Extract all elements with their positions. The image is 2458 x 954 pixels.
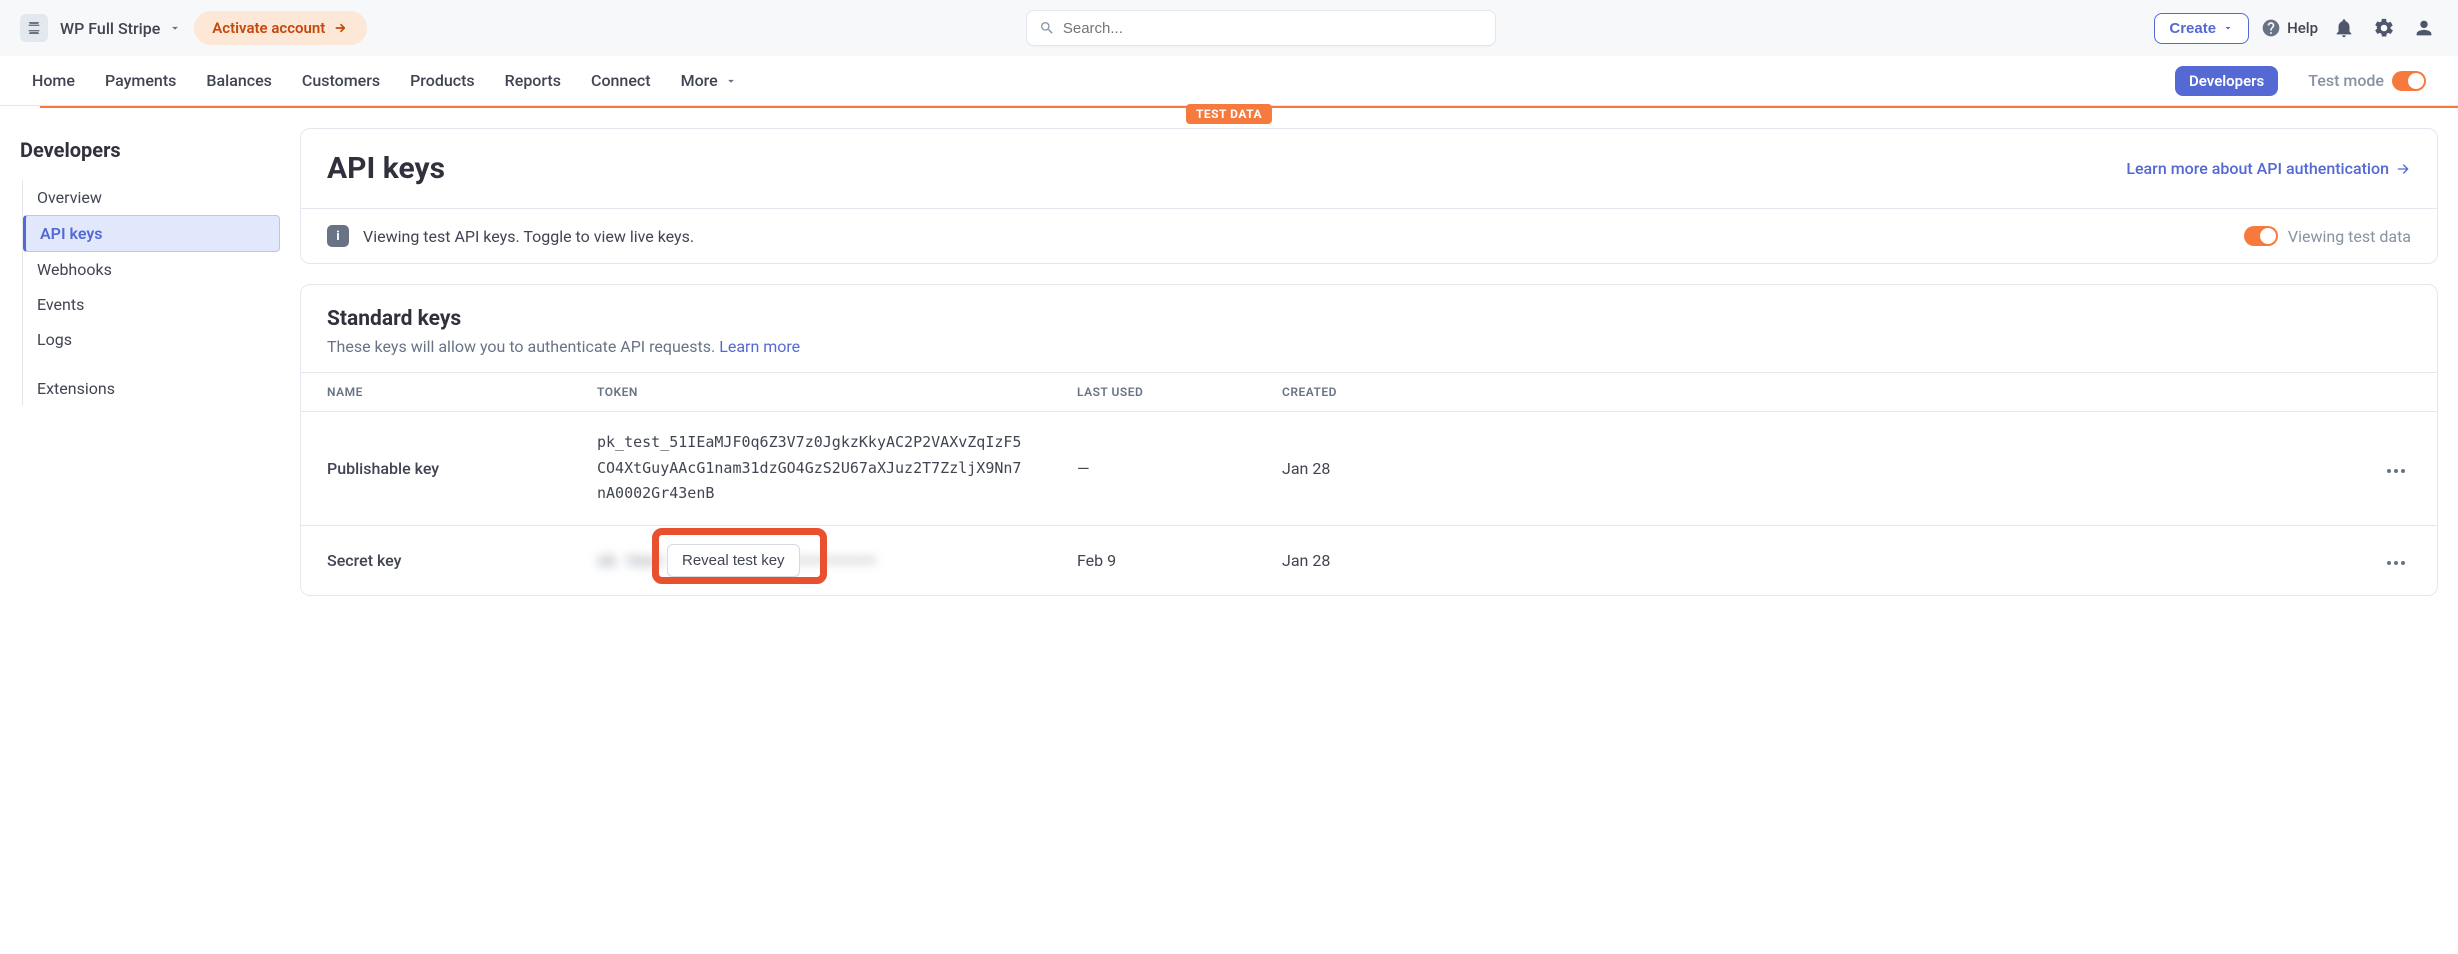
sidebar-item-extensions[interactable]: Extensions xyxy=(23,371,280,406)
standard-keys-card: Standard keys These keys will allow you … xyxy=(300,284,2438,596)
developers-pill[interactable]: Developers xyxy=(2175,66,2278,96)
col-name: NAME xyxy=(301,373,571,412)
standard-keys-learn-more-link[interactable]: Learn more xyxy=(719,337,800,356)
account-name: WP Full Stripe xyxy=(60,19,160,38)
nav-customers[interactable]: Customers xyxy=(302,71,380,90)
col-token: TOKEN xyxy=(571,373,1051,412)
create-button[interactable]: Create xyxy=(2154,13,2249,44)
page-title: API keys xyxy=(327,151,445,186)
testmode-label: Test mode xyxy=(2308,71,2384,90)
row-actions-menu[interactable] xyxy=(2381,555,2411,571)
testdata-badge: TEST DATA xyxy=(1186,104,1272,124)
profile-button[interactable] xyxy=(2410,14,2438,42)
created-publishable: Jan 28 xyxy=(1256,412,2355,526)
account-switcher[interactable]: WP Full Stripe xyxy=(60,19,182,38)
sidebar: Developers Overview API keys Webhooks Ev… xyxy=(20,128,280,616)
user-icon xyxy=(2413,17,2435,39)
settings-button[interactable] xyxy=(2370,14,2398,42)
nav-payments[interactable]: Payments xyxy=(105,71,176,90)
created-secret: Jan 28 xyxy=(1256,525,2355,595)
learn-more-label: Learn more about API authentication xyxy=(2126,159,2389,178)
last-used-publishable: — xyxy=(1051,412,1256,526)
col-created: CREATED xyxy=(1256,373,2355,412)
token-publishable[interactable]: pk_test_51IEaMJF0q6Z3V7z0JgkzKkyAC2P2VAX… xyxy=(597,430,1025,507)
help-icon xyxy=(2261,18,2281,38)
sidebar-item-api-keys[interactable]: API keys xyxy=(23,215,280,252)
row-actions-menu[interactable] xyxy=(2381,463,2411,479)
app-logo[interactable] xyxy=(20,14,48,42)
last-used-secret: Feb 9 xyxy=(1051,525,1256,595)
info-icon: i xyxy=(327,225,349,247)
page-header-card: API keys Learn more about API authentica… xyxy=(300,128,2438,264)
key-name-secret: Secret key xyxy=(301,525,571,595)
table-row: Secret key sk_test_•••••••••••••••••••••… xyxy=(301,525,2437,595)
standard-keys-desc-text: These keys will allow you to authenticat… xyxy=(327,337,715,356)
help-label: Help xyxy=(2287,19,2318,37)
search-box[interactable] xyxy=(1026,10,1496,46)
keys-table: NAME TOKEN LAST USED CREATED Publishable… xyxy=(301,372,2437,595)
bell-icon xyxy=(2333,17,2355,39)
sidebar-item-logs[interactable]: Logs xyxy=(23,322,280,357)
create-label: Create xyxy=(2169,20,2216,37)
nav-reports[interactable]: Reports xyxy=(505,71,561,90)
nav-more-label: More xyxy=(681,71,718,90)
arrow-right-icon xyxy=(2395,161,2411,177)
sidebar-item-webhooks[interactable]: Webhooks xyxy=(23,252,280,287)
reveal-test-key-button[interactable]: Reveal test key xyxy=(667,544,800,577)
sidebar-item-overview[interactable]: Overview xyxy=(23,180,280,215)
search-input[interactable] xyxy=(1063,20,1483,37)
learn-more-auth-link[interactable]: Learn more about API authentication xyxy=(2126,159,2411,178)
nav-home[interactable]: Home xyxy=(32,71,75,90)
topbar: WP Full Stripe Activate account Create H… xyxy=(0,0,2458,56)
nav-products[interactable]: Products xyxy=(410,71,475,90)
gear-icon xyxy=(2373,17,2395,39)
nav-more[interactable]: More xyxy=(681,71,738,90)
help-link[interactable]: Help xyxy=(2261,18,2318,38)
notifications-button[interactable] xyxy=(2330,14,2358,42)
info-text: Viewing test API keys. Toggle to view li… xyxy=(363,227,694,246)
key-name-publishable: Publishable key xyxy=(301,412,571,526)
viewing-test-label: Viewing test data xyxy=(2288,227,2411,246)
testmode-toggle-wrap: Test mode xyxy=(2308,71,2426,91)
sidebar-title: Developers xyxy=(20,138,280,162)
arrow-right-icon xyxy=(333,20,349,36)
nav-connect[interactable]: Connect xyxy=(591,71,651,90)
search-icon xyxy=(1039,20,1055,36)
chevron-down-icon xyxy=(724,74,738,88)
main-nav: Home Payments Balances Customers Product… xyxy=(0,56,2458,106)
sidebar-item-events[interactable]: Events xyxy=(23,287,280,322)
activate-label: Activate account xyxy=(212,19,325,37)
nav-balances[interactable]: Balances xyxy=(206,71,272,90)
chevron-down-icon xyxy=(168,21,182,35)
activate-account-button[interactable]: Activate account xyxy=(194,11,367,45)
testmode-toggle[interactable] xyxy=(2392,71,2426,91)
col-last-used: LAST USED xyxy=(1051,373,1256,412)
viewing-test-toggle[interactable] xyxy=(2244,226,2278,246)
standard-keys-title: Standard keys xyxy=(327,307,2411,331)
standard-keys-desc: These keys will allow you to authenticat… xyxy=(327,337,2411,356)
chevron-down-icon xyxy=(2222,22,2234,34)
table-row: Publishable key pk_test_51IEaMJF0q6Z3V7z… xyxy=(301,412,2437,526)
